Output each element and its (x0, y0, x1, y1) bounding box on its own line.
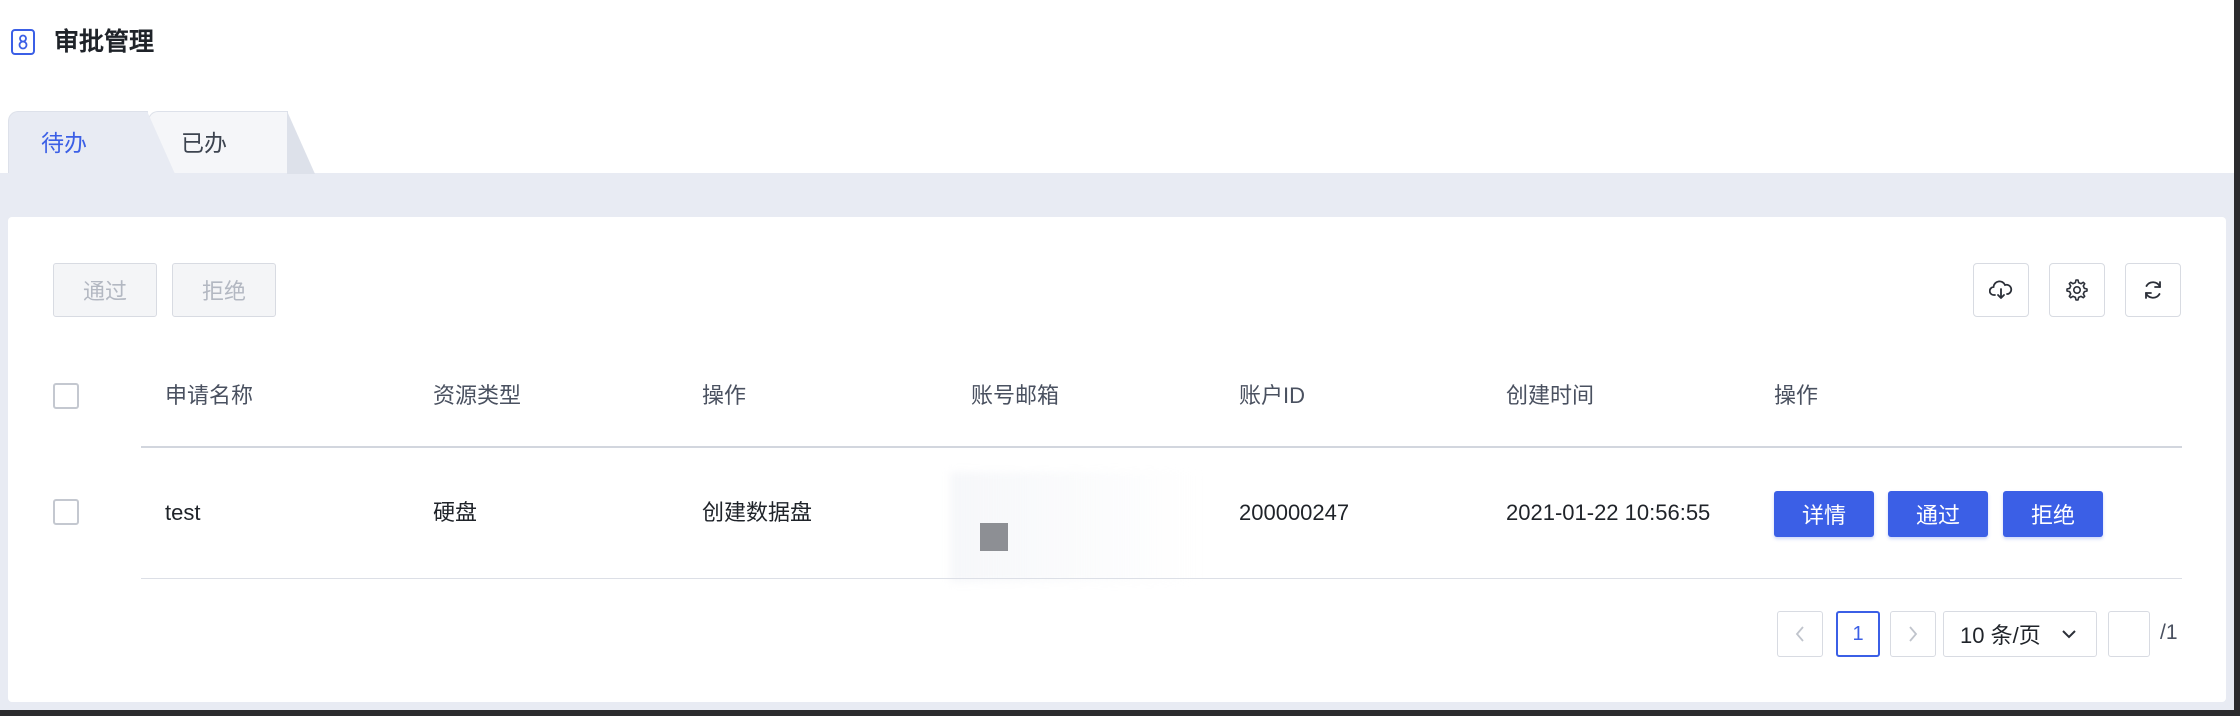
column-header-name: 申请名称 (165, 383, 254, 408)
refresh-button[interactable] (2125, 263, 2181, 317)
chevron-right-icon (1909, 626, 1918, 642)
export-button[interactable] (1973, 263, 2029, 317)
pagination-total: /1 (2160, 621, 2178, 644)
bulk-approve-button[interactable]: 通过 (53, 263, 157, 317)
app-window: 审批管理 待办 已办 通过 拒绝 申请名称 资源类型 操作 账号邮箱 账户ID … (0, 0, 2240, 716)
row-detail-button[interactable]: 详情 (1774, 491, 1874, 537)
settings-button[interactable] (2049, 263, 2105, 317)
tab-bar: 待办 已办 (0, 105, 2240, 174)
page-jump-input[interactable] (2108, 611, 2150, 657)
cloud-download-icon (1989, 280, 2013, 299)
tab-done-label: 已办 (181, 130, 227, 156)
table-row-divider (141, 578, 2182, 579)
approval-app-icon (11, 29, 35, 55)
chevron-down-icon (2062, 630, 2076, 639)
cell-resource-type: 硬盘 (433, 500, 478, 525)
row-approve-button[interactable]: 通过 (1888, 491, 1988, 537)
tab-pending-label: 待办 (41, 130, 87, 156)
refresh-icon (2145, 281, 2161, 299)
column-header-actions: 操作 (1774, 383, 1819, 408)
window-border-bottom (0, 710, 2240, 716)
pagination-next-button[interactable] (1890, 611, 1936, 657)
pagination-page-1[interactable]: 1 (1836, 611, 1880, 657)
table-header-divider (141, 446, 2182, 448)
redaction-mark (980, 523, 1008, 551)
page-size-select[interactable]: 10 条/页 (1943, 611, 2097, 657)
row-reject-button[interactable]: 拒绝 (2003, 491, 2103, 537)
column-header-created-at: 创建时间 (1506, 383, 1595, 408)
row-checkbox[interactable] (53, 499, 79, 525)
column-header-resource-type: 资源类型 (433, 383, 522, 408)
select-all-checkbox[interactable] (53, 383, 79, 409)
page-size-value: 10 条/页 (1960, 623, 2041, 648)
column-header-email: 账号邮箱 (971, 383, 1060, 408)
cell-account-id: 200000247 (1239, 500, 1350, 525)
pagination-prev-button[interactable] (1777, 611, 1823, 657)
column-header-operation: 操作 (702, 383, 747, 408)
page-header: 审批管理 (0, 0, 2240, 105)
window-border-right (2234, 0, 2240, 716)
page-title: 审批管理 (54, 28, 155, 56)
chevron-left-icon (1795, 626, 1804, 642)
cell-operation: 创建数据盘 (702, 500, 813, 525)
tab-pending[interactable]: 待办 (8, 111, 175, 174)
cell-name: test (165, 500, 201, 525)
gear-icon (2066, 279, 2088, 301)
column-header-account-id: 账户ID (1239, 383, 1306, 408)
cell-created-at: 2021-01-22 10:56:55 (1506, 500, 1711, 525)
bulk-reject-button[interactable]: 拒绝 (172, 263, 276, 317)
